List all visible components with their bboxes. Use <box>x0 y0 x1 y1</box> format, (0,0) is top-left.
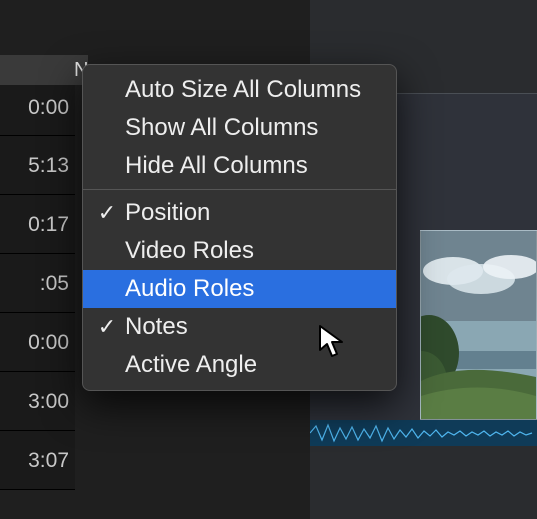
menu-auto-size-all-columns[interactable]: Auto Size All Columns <box>83 71 396 109</box>
menu-audio-roles[interactable]: Audio Roles <box>83 270 396 308</box>
menu-item-label: Show All Columns <box>125 114 318 141</box>
timecode-cell: 0:00 <box>0 313 75 372</box>
timecode-cell: 3:07 <box>0 431 75 490</box>
menu-hide-all-columns[interactable]: Hide All Columns <box>83 147 396 185</box>
clip-thumbnail[interactable] <box>420 230 537 420</box>
waveform-icon <box>310 420 537 446</box>
menu-item-label: Auto Size All Columns <box>125 76 361 103</box>
menu-separator <box>83 189 396 190</box>
menu-item-label: Notes <box>125 313 188 340</box>
menu-item-label: Audio Roles <box>125 275 254 302</box>
timecode-cell: 0:17 <box>0 195 75 254</box>
menu-item-label: Video Roles <box>125 237 254 264</box>
app-stage: N 0:00 5:13 0:17 :05 0:00 3:00 3:07 Auto… <box>0 0 537 519</box>
menu-notes[interactable]: ✓ Notes <box>83 308 396 346</box>
column-header-bar[interactable] <box>0 55 75 85</box>
audio-waveform[interactable] <box>310 420 537 446</box>
menu-item-label: Active Angle <box>125 351 257 378</box>
timecode-column: 0:00 5:13 0:17 :05 0:00 3:00 3:07 <box>0 85 75 490</box>
menu-video-roles[interactable]: Video Roles <box>83 232 396 270</box>
checkmark-icon: ✓ <box>95 194 119 232</box>
checkmark-icon: ✓ <box>95 308 119 346</box>
menu-item-label: Hide All Columns <box>125 152 308 179</box>
column-context-menu: Auto Size All Columns Show All Columns H… <box>82 64 397 391</box>
timecode-cell: :05 <box>0 254 75 313</box>
menu-show-all-columns[interactable]: Show All Columns <box>83 109 396 147</box>
landscape-icon <box>421 231 536 419</box>
menu-item-label: Position <box>125 199 210 226</box>
timecode-cell: 3:00 <box>0 372 75 431</box>
timecode-cell: 0:00 <box>0 85 75 136</box>
menu-active-angle[interactable]: Active Angle <box>83 346 396 384</box>
timecode-cell: 5:13 <box>0 136 75 195</box>
menu-position[interactable]: ✓ Position <box>83 194 396 232</box>
